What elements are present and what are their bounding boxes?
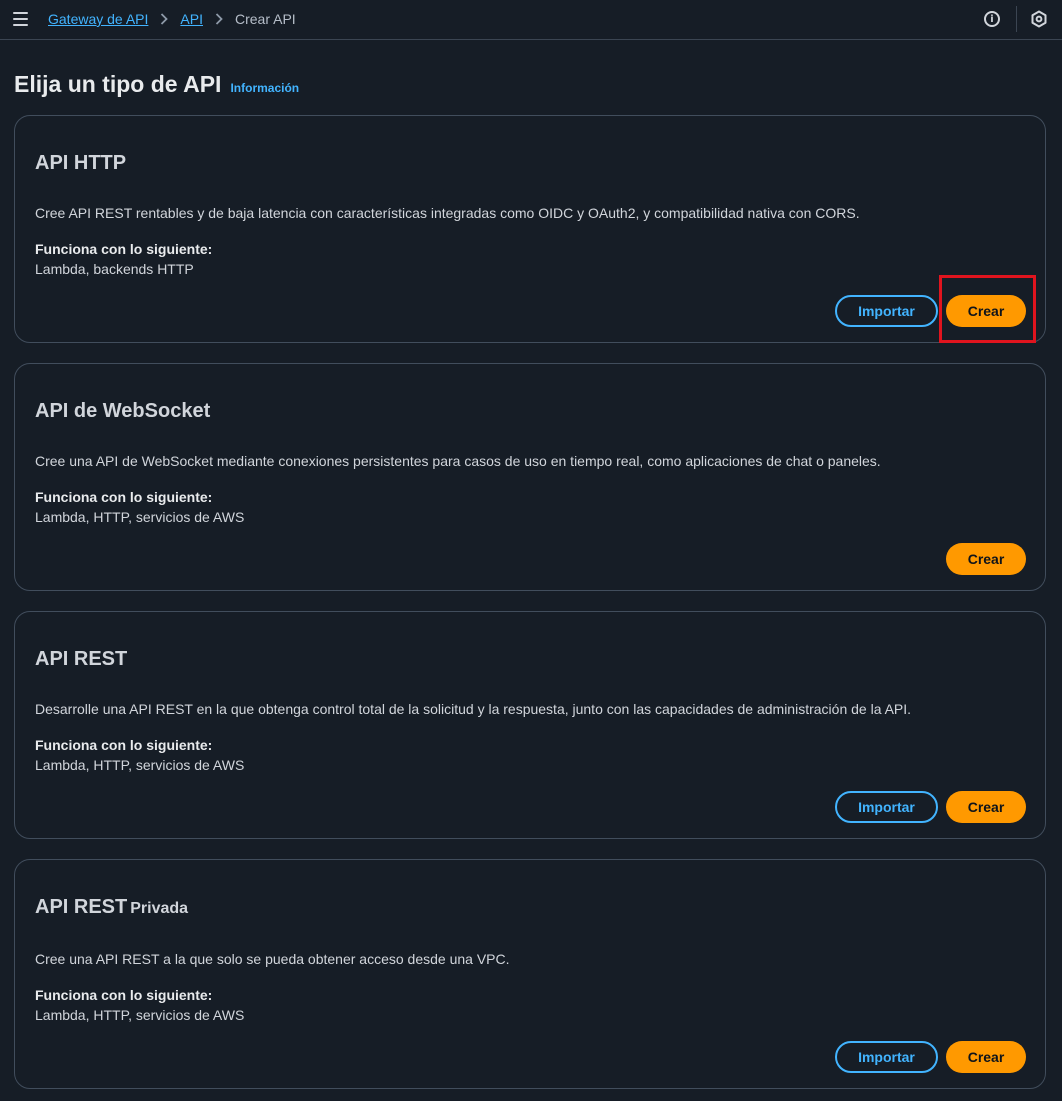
- info-icon[interactable]: i: [984, 11, 1000, 27]
- import-button[interactable]: Importar: [835, 295, 938, 327]
- works-with-label: Funciona con lo siguiente:: [35, 489, 213, 505]
- works-with-label: Funciona con lo siguiente:: [35, 241, 213, 257]
- create-button[interactable]: Crear: [946, 543, 1026, 575]
- create-button[interactable]: Crear: [946, 791, 1026, 823]
- card-title: API REST Privada: [35, 896, 188, 919]
- breadcrumb-api-link[interactable]: API: [180, 10, 203, 28]
- works-with-value: Lambda, HTTP, servicios de AWS: [35, 1007, 245, 1023]
- works-with-value: Lambda, HTTP, servicios de AWS: [35, 509, 245, 525]
- card-title-text: API de WebSocket: [35, 400, 211, 422]
- card-title-text: API HTTP: [35, 152, 127, 174]
- card-description: Cree una API REST a la que solo se pueda…: [35, 951, 510, 967]
- works-with-value: Lambda, backends HTTP: [35, 261, 194, 277]
- card-api-rest: API REST Desarrolle una API REST en la q…: [14, 611, 1046, 839]
- card-title-suffix: Privada: [130, 900, 189, 917]
- card-api-websocket: API de WebSocket Cree una API de WebSock…: [14, 363, 1046, 591]
- chevron-right-icon: [215, 13, 223, 25]
- works-with-label: Funciona con lo siguiente:: [35, 737, 213, 753]
- page-title-text: Elija un tipo de API: [14, 71, 222, 97]
- info-link[interactable]: Información: [230, 81, 299, 95]
- card-title: API HTTP: [35, 152, 126, 175]
- works-with-value: Lambda, HTTP, servicios de AWS: [35, 757, 245, 773]
- card-title-text: API REST: [35, 648, 128, 670]
- import-button[interactable]: Importar: [835, 1041, 938, 1073]
- card-title: API REST: [35, 648, 127, 671]
- menu-icon[interactable]: [13, 12, 28, 26]
- breadcrumb: Gateway de API API Crear API: [48, 10, 296, 28]
- import-button[interactable]: Importar: [835, 791, 938, 823]
- create-button[interactable]: Crear: [946, 1041, 1026, 1073]
- card-api-rest-private: API REST Privada Cree una API REST a la q…: [14, 859, 1046, 1089]
- page-title: Elija un tipo de API Información: [14, 71, 299, 98]
- top-navigation-bar: Gateway de API API Crear API i: [0, 0, 1062, 40]
- toolbar-divider: [1016, 6, 1017, 32]
- breadcrumb-current: Crear API: [234, 11, 296, 27]
- highlight-annotation: [939, 275, 1036, 343]
- works-with-label: Funciona con lo siguiente:: [35, 987, 213, 1003]
- card-description: Cree API REST rentables y de baja latenc…: [35, 205, 860, 221]
- settings-icon[interactable]: [1030, 10, 1048, 28]
- card-description: Desarrolle una API REST en la que obteng…: [35, 701, 912, 717]
- card-title-text: API REST: [35, 896, 128, 918]
- card-description: Cree una API de WebSocket mediante conex…: [35, 453, 881, 469]
- breadcrumb-gateway-link[interactable]: Gateway de API: [48, 10, 148, 28]
- card-title: API de WebSocket: [35, 400, 210, 423]
- card-api-http: API HTTP Cree API REST rentables y de ba…: [14, 115, 1046, 343]
- chevron-right-icon: [160, 13, 169, 25]
